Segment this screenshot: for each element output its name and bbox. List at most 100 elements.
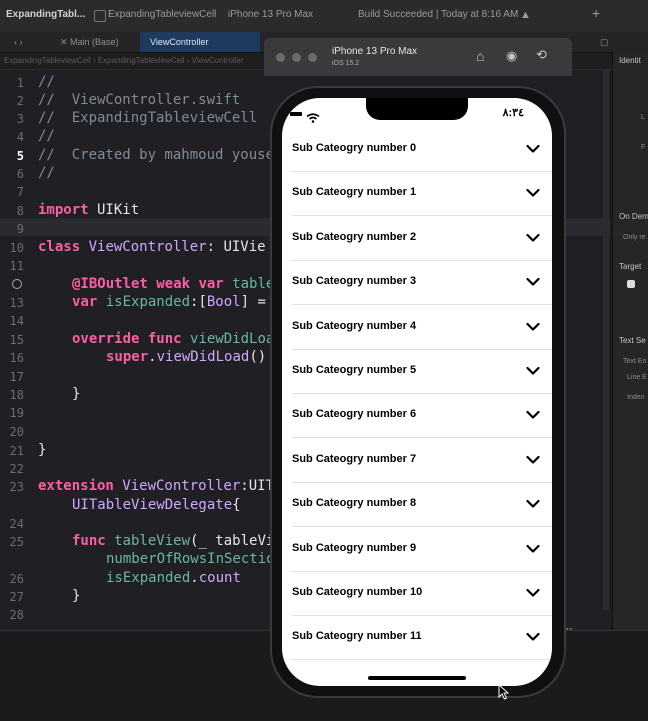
line-number: 10: [9, 241, 24, 255]
inspector-label: F: [641, 144, 646, 151]
row-label: Sub Cateogry number 0: [292, 142, 417, 154]
code-token: var: [190, 276, 224, 292]
line-number: 2: [16, 94, 24, 108]
code-line: override func viewDidLoa: [72, 331, 274, 347]
tab-label: ViewController: [150, 37, 209, 47]
separator-icon: [94, 10, 106, 22]
table-row[interactable]: Sub Cateogry number 0: [282, 128, 552, 172]
inspector-label: L: [641, 114, 645, 121]
build-status: Build Succeeded | Today at 8:16 AM: [358, 9, 519, 20]
add-icon[interactable]: +: [592, 5, 600, 21]
line-number: 6: [16, 167, 24, 181]
code-line: }: [38, 442, 47, 458]
line-number: 22: [9, 462, 24, 476]
split-editor-icon[interactable]: ▢: [590, 32, 619, 52]
window-close-button[interactable]: [276, 53, 285, 62]
inspector-title: Identit: [619, 56, 641, 65]
target-selector[interactable]: ExpandingTableviewCell: [108, 9, 216, 20]
chevron-down-icon[interactable]: [526, 233, 540, 243]
code-line: }: [72, 386, 81, 402]
tab-label: Main (Base): [70, 37, 119, 47]
code-line: @IBOutlet weak var table: [72, 276, 274, 292]
chevron-down-icon[interactable]: [526, 588, 540, 598]
line-number: 13: [9, 296, 24, 310]
table-row[interactable]: Sub Cateogry number 4: [282, 306, 552, 350]
code-token: UIKit: [88, 202, 140, 218]
chevron-down-icon[interactable]: [526, 455, 540, 465]
code-line: numberOfRowsInSectio: [106, 551, 275, 567]
code-token: count: [198, 570, 241, 586]
outlet-connection-icon[interactable]: [12, 279, 22, 289]
table-row[interactable]: Sub Cateogry number 7: [282, 439, 552, 483]
table-row[interactable]: Sub Cateogry number 11: [282, 616, 552, 661]
code-line: class ViewController: UIVie: [38, 239, 266, 255]
window-zoom-button[interactable]: [308, 53, 317, 62]
code-line: //: [38, 165, 55, 181]
line-number: 17: [9, 370, 24, 384]
tab-main-base[interactable]: ✕ Main (Base): [50, 32, 129, 52]
code-token: .: [148, 349, 157, 365]
code-line: //: [38, 128, 55, 144]
code-line: isExpanded.count: [106, 570, 241, 586]
phone-notch: [366, 98, 468, 120]
code-token: :[: [190, 294, 207, 310]
table-row[interactable]: Sub Cateogry number 5: [282, 350, 552, 394]
screenshot-icon[interactable]: ◉: [506, 48, 517, 64]
home-indicator[interactable]: [368, 676, 466, 680]
tab-viewcontroller[interactable]: ViewController: [140, 32, 260, 52]
code-line: }: [72, 588, 81, 604]
nav-back-icon[interactable]: ‹ ›: [4, 32, 33, 52]
warning-icon: ▲: [520, 9, 531, 21]
table-row[interactable]: Sub Cateogry number 2: [282, 217, 552, 261]
code-token: tableView: [105, 533, 191, 549]
device-selector[interactable]: iPhone 13 Pro Max: [228, 9, 313, 20]
inspector-field[interactable]: Only re: [623, 234, 646, 241]
battery-icon: [290, 112, 302, 116]
line-number: 5: [16, 149, 24, 163]
code-line: // ViewController.swift: [38, 92, 241, 108]
line-number: 25: [9, 535, 24, 549]
table-row[interactable]: Sub Cateogry number 6: [282, 394, 552, 439]
code-line: extension ViewController:UIT: [38, 478, 274, 494]
line-number: 20: [9, 425, 24, 439]
chevron-down-icon[interactable]: [526, 366, 540, 376]
code-token: {: [232, 497, 241, 513]
line-number: 16: [9, 351, 24, 365]
code-line: // Created by mahmoud youse: [38, 147, 275, 163]
table-row[interactable]: Sub Cateogry number 3: [282, 261, 552, 306]
simulator-os: iOS 15.2: [332, 60, 360, 67]
chevron-down-icon[interactable]: [526, 544, 540, 554]
code-token: extension: [38, 478, 114, 494]
table-row[interactable]: Sub Cateogry number 10: [282, 572, 552, 616]
iphone-screen: ٨:٣٤ Sub Cateogry number 0 Sub Cateogry n…: [282, 98, 552, 686]
chevron-down-icon[interactable]: [526, 632, 540, 642]
line-number: 28: [9, 608, 24, 622]
code-token: .: [190, 570, 199, 586]
cursor-icon: [498, 683, 510, 705]
table-row[interactable]: Sub Cateogry number 1: [282, 172, 552, 217]
line-number: 15: [9, 333, 24, 347]
chevron-down-icon[interactable]: [526, 410, 540, 420]
chevron-down-icon[interactable]: [526, 277, 540, 287]
code-token: isExpanded: [106, 570, 191, 586]
code-token: :UIT: [240, 478, 275, 494]
chevron-down-icon[interactable]: [526, 499, 540, 509]
table-row[interactable]: Sub Cateogry number 8: [282, 483, 552, 528]
editor-scrollbar[interactable]: [603, 70, 609, 610]
code-token: isExpanded: [97, 294, 191, 310]
scheme-name[interactable]: ExpandingTabl...: [6, 9, 85, 20]
target-checkbox[interactable]: [627, 280, 635, 288]
code-token: UITableViewDelegate: [72, 497, 233, 513]
chevron-down-icon[interactable]: [526, 188, 540, 198]
code-token: @IBOutlet: [72, 276, 148, 292]
home-icon[interactable]: ⌂: [476, 48, 484, 64]
chevron-down-icon[interactable]: [526, 144, 540, 154]
window-minimize-button[interactable]: [292, 53, 301, 62]
line-number: 1: [16, 76, 24, 90]
line-number: 18: [9, 388, 24, 402]
table-row[interactable]: Sub Cateogry number 9: [282, 528, 552, 572]
chevron-down-icon[interactable]: [526, 322, 540, 332]
line-number: 11: [9, 259, 24, 273]
rotate-icon[interactable]: ⟲: [536, 47, 547, 63]
code-line: //: [38, 74, 55, 90]
